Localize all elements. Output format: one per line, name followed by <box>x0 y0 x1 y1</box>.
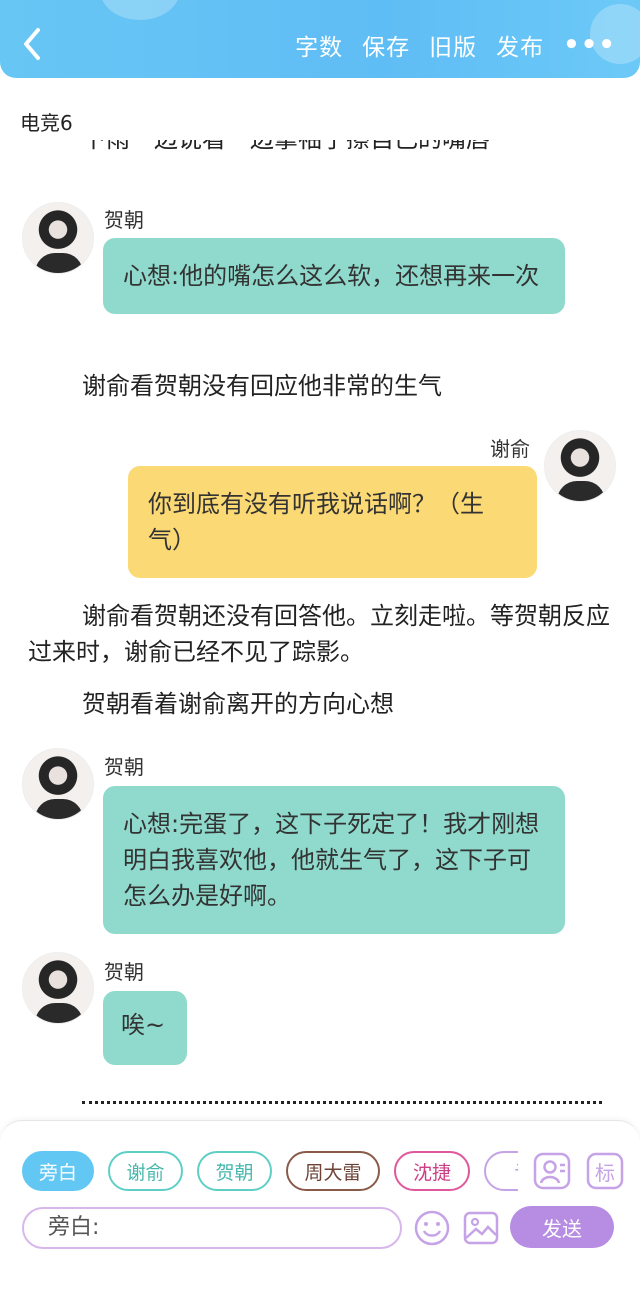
role-chip-narration[interactable]: 旁白 <box>22 1151 94 1191</box>
message-bubble[interactable]: 心想:他的嘴怎么这么软，还想再来一次 <box>103 238 565 314</box>
avatar[interactable] <box>22 952 94 1024</box>
send-button[interactable]: 发送 <box>510 1206 614 1248</box>
image-icon[interactable] <box>462 1209 500 1247</box>
avatar[interactable] <box>22 748 94 820</box>
speaker-name: 贺朝 <box>104 755 144 779</box>
divider <box>82 1101 602 1104</box>
header-decoration <box>100 0 180 20</box>
speaker-name: 贺朝 <box>104 960 144 984</box>
speaker-name: 贺朝 <box>104 208 144 232</box>
chip-overflow: 许 <box>480 1149 518 1195</box>
top-bar: 字数 保存 旧版 发布 ••• <box>0 0 640 78</box>
publish-button[interactable]: 发布 <box>496 28 544 62</box>
narration: 谢俞看贺朝还没有回答他。立刻走啦。等贺朝反应过来时，谢俞已经不见了踪影。 <box>28 602 610 666</box>
narration-cut: 下雨一边说看一边拿袖子擦自己的嘴唇 <box>82 140 640 162</box>
narration: 谢俞看贺朝没有回应他非常的生气 <box>82 372 442 400</box>
back-icon[interactable] <box>18 26 48 62</box>
avatar[interactable] <box>22 202 94 274</box>
add-role-icon[interactable] <box>533 1152 571 1190</box>
old-version-button[interactable]: 旧版 <box>429 28 477 62</box>
document-title: 电竞6 <box>20 111 73 135</box>
role-chip[interactable]: 贺朝 <box>197 1151 272 1191</box>
chat-area[interactable]: 下雨一边说看一边拿袖子擦自己的嘴唇 贺朝 心想:他的嘴怎么这么软，还想再来一次 … <box>0 140 640 1115</box>
narration: 贺朝看着谢俞离开的方向心想 <box>82 690 394 718</box>
message-bubble[interactable]: 唉~ <box>103 991 187 1065</box>
role-chip[interactable]: 谢俞 <box>108 1151 183 1191</box>
header-actions: 字数 保存 旧版 发布 ••• <box>295 28 640 62</box>
emoji-icon[interactable] <box>413 1209 451 1247</box>
word-count-button[interactable]: 字数 <box>295 28 343 62</box>
message-bubble[interactable]: 你到底有没有听我说话啊？（生气） <box>128 466 537 578</box>
message-input[interactable]: 旁白: <box>22 1207 402 1249</box>
avatar[interactable] <box>544 430 616 502</box>
composer-panel: 旁白 谢俞 贺朝 周大雷 沈捷 许 标 旁白: <box>0 1120 640 1293</box>
tag-icon[interactable]: 标 <box>586 1152 624 1190</box>
role-chip[interactable]: 许 <box>484 1151 518 1191</box>
message-bubble[interactable]: 心想:完蛋了，这下子死定了！我才刚想明白我喜欢他，他就生气了，这下子可怎么办是好… <box>103 786 565 934</box>
role-chip[interactable]: 沈捷 <box>394 1151 470 1191</box>
tag-icon-label: 标 <box>595 1161 615 1185</box>
more-icon[interactable]: ••• <box>563 32 616 58</box>
speaker-name: 谢俞 <box>490 437 530 461</box>
save-button[interactable]: 保存 <box>362 28 410 62</box>
role-chip[interactable]: 周大雷 <box>286 1151 380 1191</box>
